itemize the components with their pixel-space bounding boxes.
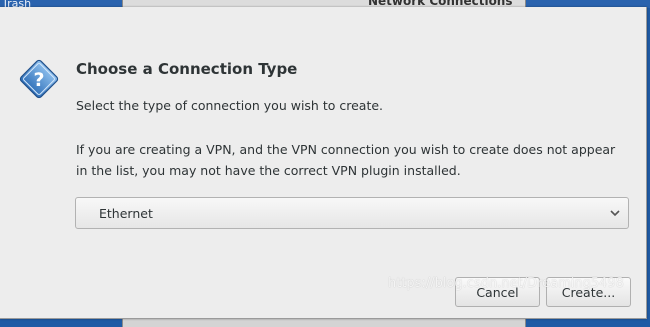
connection-type-select[interactable]: Ethernet	[75, 197, 629, 229]
dialog-details: If you are creating a VPN, and the VPN c…	[76, 142, 616, 178]
chevron-down-icon	[610, 210, 620, 217]
svg-text:?: ?	[33, 69, 44, 91]
background-window-bottom	[122, 318, 526, 327]
dialog-subtitle: Select the type of connection you wish t…	[76, 98, 384, 113]
choose-connection-type-dialog: ? Choose a Connection Type Select the ty…	[0, 7, 647, 319]
create-button[interactable]: Create...	[546, 277, 631, 307]
question-icon: ?	[19, 59, 59, 99]
cancel-button[interactable]: Cancel	[455, 277, 540, 307]
dialog-title: Choose a Connection Type	[76, 60, 298, 78]
connection-type-value: Ethernet	[99, 206, 153, 221]
